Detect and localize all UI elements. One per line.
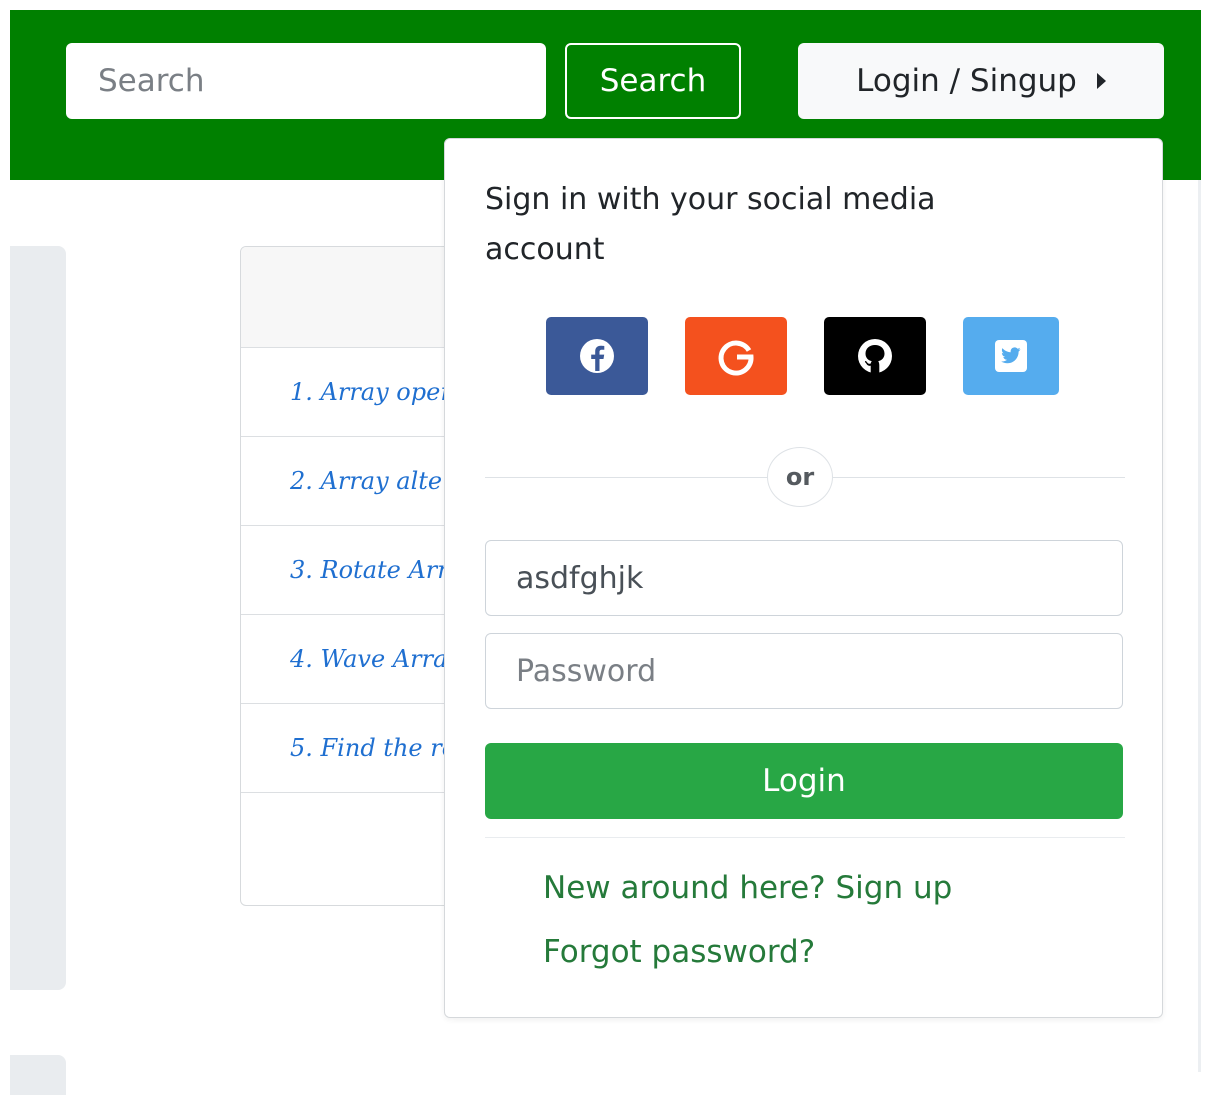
github-icon — [858, 339, 892, 373]
google-login-button[interactable] — [685, 317, 787, 395]
github-login-button[interactable] — [824, 317, 926, 395]
twitter-login-button[interactable] — [963, 317, 1059, 395]
google-icon — [718, 340, 754, 376]
signup-link[interactable]: New around here? Sign up — [543, 868, 952, 908]
password-field[interactable] — [485, 633, 1123, 709]
page-edge — [0, 0, 10, 1072]
twitter-icon — [995, 340, 1027, 372]
dropdown-divider — [485, 837, 1125, 838]
email-field[interactable] — [485, 540, 1123, 616]
login-signup-label: Login / Singup — [856, 63, 1077, 99]
or-badge: or — [767, 447, 833, 507]
search-button[interactable]: Search — [565, 43, 741, 119]
facebook-login-button[interactable] — [546, 317, 648, 395]
social-signin-title: Sign in with your social media account — [485, 182, 936, 267]
search-input[interactable] — [66, 43, 546, 119]
sidebar-panel — [10, 246, 66, 990]
forgot-password-link[interactable]: Forgot password? — [543, 932, 815, 972]
page-right-border — [1198, 180, 1201, 1072]
facebook-icon — [580, 339, 614, 373]
login-signup-toggle[interactable]: Login / Singup — [798, 43, 1164, 119]
login-dropdown: Sign in with your social media account o… — [444, 138, 1163, 1018]
sidebar-panel-secondary — [10, 1055, 66, 1095]
login-button[interactable]: Login — [485, 743, 1123, 819]
caret-right-icon — [1096, 73, 1106, 89]
